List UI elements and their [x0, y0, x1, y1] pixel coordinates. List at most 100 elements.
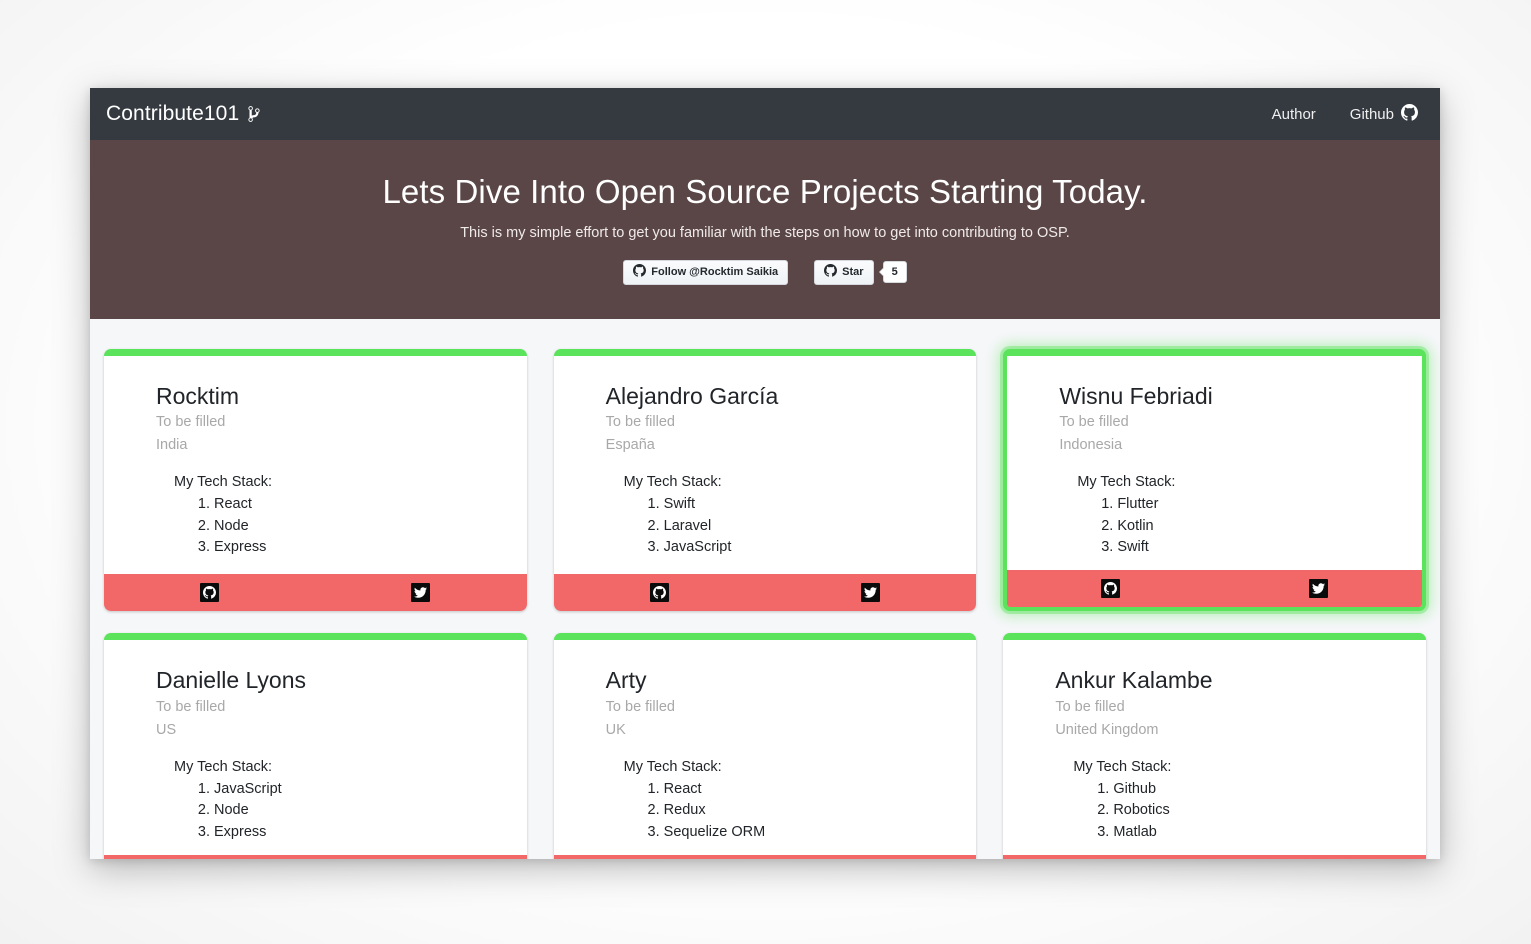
navbar-links: Author Github	[1272, 103, 1418, 125]
tech-stack-list: JavaScriptNodeExpress	[104, 779, 527, 843]
tech-stack-list: FlutterKotlinSwift	[1007, 494, 1422, 558]
twitter-icon	[861, 583, 881, 603]
tech-stack-label: My Tech Stack:	[174, 474, 273, 491]
tech-stack-item: JavaScript	[664, 537, 977, 558]
tech-stack-item: Sequelize ORM	[664, 822, 977, 843]
star-repo-group: Star 5	[814, 259, 907, 285]
contributor-country: Indonesia	[1059, 437, 1123, 454]
tech-stack-item: Flutter	[1117, 494, 1422, 515]
contributor-card[interactable]: Wisnu Febriadi To be filled Indonesia My Te…	[1003, 348, 1426, 612]
nav-link-github[interactable]: Github	[1349, 103, 1418, 125]
tech-stack-list: GithubRoboticsMatlab	[1003, 779, 1426, 843]
contributor-card-body: Arty To be filled UK My Tech Stack: ReactRed…	[554, 640, 977, 855]
contributor-github-link[interactable]	[104, 583, 315, 603]
contributor-card-footer	[104, 855, 527, 859]
tech-stack-label: My Tech Stack:	[1073, 759, 1172, 776]
contributor-country: United Kingdom	[1055, 722, 1159, 739]
browser-viewport: Contribute101 Author Github Lets Dive In…	[90, 88, 1440, 859]
tech-stack-item: Robotics	[1113, 800, 1426, 821]
navbar-brand-label: Contribute101	[106, 102, 240, 125]
contributor-name: Arty	[605, 667, 647, 694]
tech-stack-item: Redux	[664, 800, 977, 821]
tech-stack-item: Swift	[1117, 537, 1422, 558]
tech-stack-label: My Tech Stack:	[174, 759, 273, 776]
contributor-card-body: Alejandro García To be filled España My Tec…	[554, 356, 977, 575]
tech-stack-item: Laravel	[664, 516, 977, 537]
follow-author-label: Follow @Rocktim Saikia	[651, 266, 779, 279]
contributor-twitter-link[interactable]	[1215, 579, 1422, 599]
contributor-card[interactable]: Ankur Kalambe To be filled United Kingdom M…	[1003, 633, 1426, 859]
contributor-twitter-link[interactable]	[315, 583, 526, 603]
tech-stack-item: React	[214, 494, 527, 515]
navbar-brand[interactable]: Contribute101	[106, 102, 262, 126]
contributor-bio: To be filled	[156, 414, 226, 431]
tech-stack-item: Matlab	[1113, 822, 1426, 843]
tech-stack-item: Express	[214, 537, 527, 558]
git-branch-icon	[246, 105, 262, 123]
nav-link-author[interactable]: Author	[1272, 106, 1316, 123]
contributor-name: Rocktim	[156, 382, 240, 409]
tech-stack-item: React	[664, 779, 977, 800]
contributor-card-footer	[1007, 570, 1422, 608]
contributor-github-link[interactable]	[554, 583, 765, 603]
contributor-name: Alejandro García	[605, 382, 779, 409]
hero-title: Lets Dive Into Open Source Projects Star…	[382, 173, 1148, 210]
contributor-country: UK	[605, 722, 626, 739]
star-repo-button[interactable]: Star	[814, 259, 874, 285]
hero-github-buttons: Follow @Rocktim Saikia Star 5	[110, 259, 1420, 285]
tech-stack-item: JavaScript	[214, 779, 527, 800]
contributor-card[interactable]: Arty To be filled UK My Tech Stack: ReactRed…	[553, 633, 977, 859]
tech-stack-label: My Tech Stack:	[623, 759, 722, 776]
contributor-bio: To be filled	[605, 414, 675, 431]
contributor-card[interactable]: Danielle Lyons To be filled US My Tech Stac…	[104, 633, 527, 859]
contributor-card-body: Ankur Kalambe To be filled United Kingdom M…	[1003, 640, 1426, 855]
tech-stack-list: ReactReduxSequelize ORM	[554, 779, 977, 843]
twitter-icon	[411, 583, 431, 603]
tech-stack-item: Swift	[664, 494, 977, 515]
contributor-github-link[interactable]	[1007, 579, 1214, 599]
tech-stack-item: Express	[214, 822, 527, 843]
tech-stack-label: My Tech Stack:	[623, 474, 722, 491]
hero-subtitle: This is my simple effort to get you fami…	[460, 224, 1070, 241]
contributor-name: Ankur Kalambe	[1055, 667, 1213, 694]
github-icon	[1401, 103, 1418, 125]
tech-stack-list: SwiftLaravelJavaScript	[554, 494, 977, 558]
github-icon	[824, 263, 838, 281]
contributor-card[interactable]: Alejandro García To be filled España My Tec…	[553, 348, 977, 612]
contributor-name: Wisnu Febriadi	[1059, 382, 1213, 409]
contributor-card-footer	[553, 574, 977, 612]
contributor-country: España	[605, 437, 655, 454]
star-count-value: 5	[891, 266, 898, 279]
hero-section: Lets Dive Into Open Source Projects Star…	[90, 140, 1440, 319]
tech-stack-item: Kotlin	[1117, 516, 1422, 537]
contributor-country: India	[156, 437, 188, 454]
contributor-card[interactable]: Rocktim To be filled India My Tech Stack: Re…	[104, 348, 527, 612]
contributor-card-footer	[1003, 855, 1426, 859]
github-icon	[200, 583, 220, 603]
contributor-card-footer	[104, 574, 527, 612]
contributor-bio: To be filled	[605, 699, 675, 716]
contributors-area: Rocktim To be filled India My Tech Stack: Re…	[90, 318, 1440, 859]
tech-stack-item: Node	[214, 516, 527, 537]
tech-stack-item: Github	[1113, 779, 1426, 800]
contributor-country: US	[156, 722, 177, 739]
tech-stack-item: Node	[214, 800, 527, 821]
tech-stack-list: ReactNodeExpress	[104, 494, 527, 558]
follow-author-button[interactable]: Follow @Rocktim Saikia	[623, 259, 789, 285]
nav-link-github-label: Github	[1349, 105, 1394, 123]
star-repo-label: Star	[842, 266, 864, 279]
contributor-card-footer	[553, 855, 977, 859]
contributor-card-body: Wisnu Febriadi To be filled Indonesia My Te…	[1007, 356, 1422, 571]
contributor-twitter-link[interactable]	[765, 583, 976, 603]
github-icon	[1101, 579, 1121, 599]
contributor-card-grid: Rocktim To be filled India My Tech Stack: Re…	[98, 348, 1432, 859]
star-count-badge[interactable]: 5	[878, 261, 907, 284]
contributor-card-body: Rocktim To be filled India My Tech Stack: Re…	[104, 356, 527, 575]
github-icon	[633, 263, 647, 281]
contributor-bio: To be filled	[156, 699, 226, 716]
contributor-card-body: Danielle Lyons To be filled US My Tech Stac…	[104, 640, 527, 855]
contributor-name: Danielle Lyons	[156, 667, 307, 694]
github-icon	[649, 583, 669, 603]
twitter-icon	[1308, 579, 1328, 599]
contributor-bio: To be filled	[1059, 414, 1129, 431]
